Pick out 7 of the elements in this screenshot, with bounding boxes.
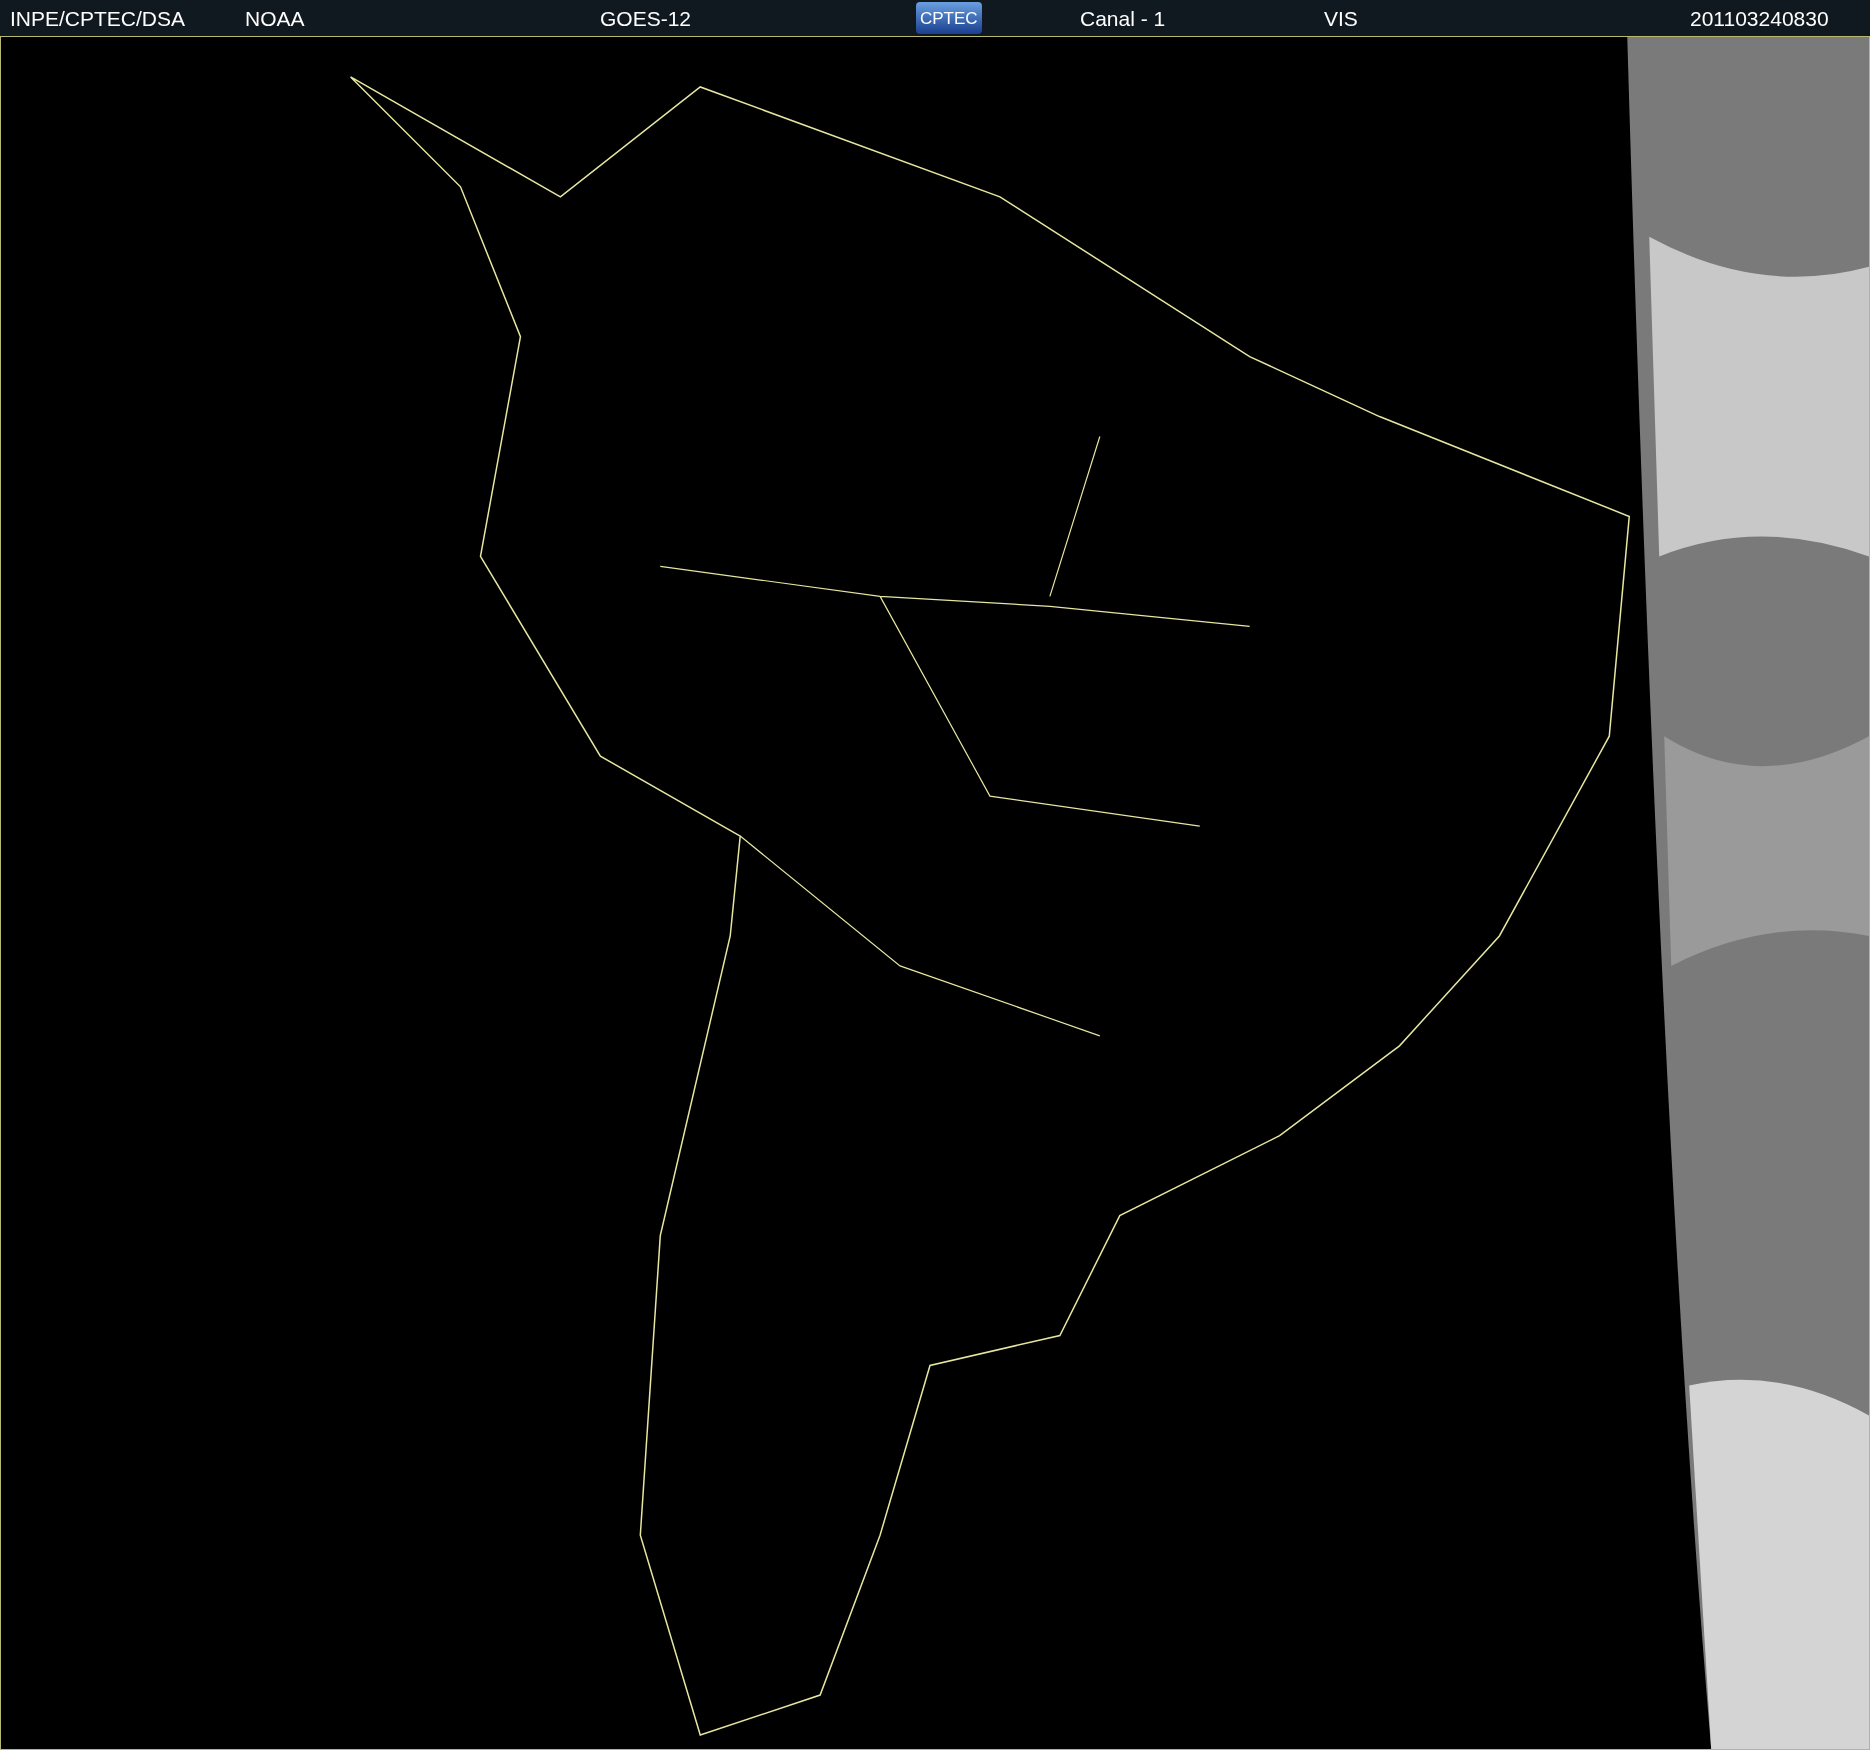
header-label: Canal - 1 xyxy=(1080,7,1166,29)
cptec-logo: CPTEC xyxy=(916,2,982,34)
header-label: GOES-12 xyxy=(600,7,692,29)
header-label: VIS xyxy=(1324,7,1358,29)
header-label: INPE/CPTEC/DSA xyxy=(10,7,186,29)
header-label: NOAA xyxy=(245,7,305,29)
header-label: 201103240830 xyxy=(1690,7,1829,29)
